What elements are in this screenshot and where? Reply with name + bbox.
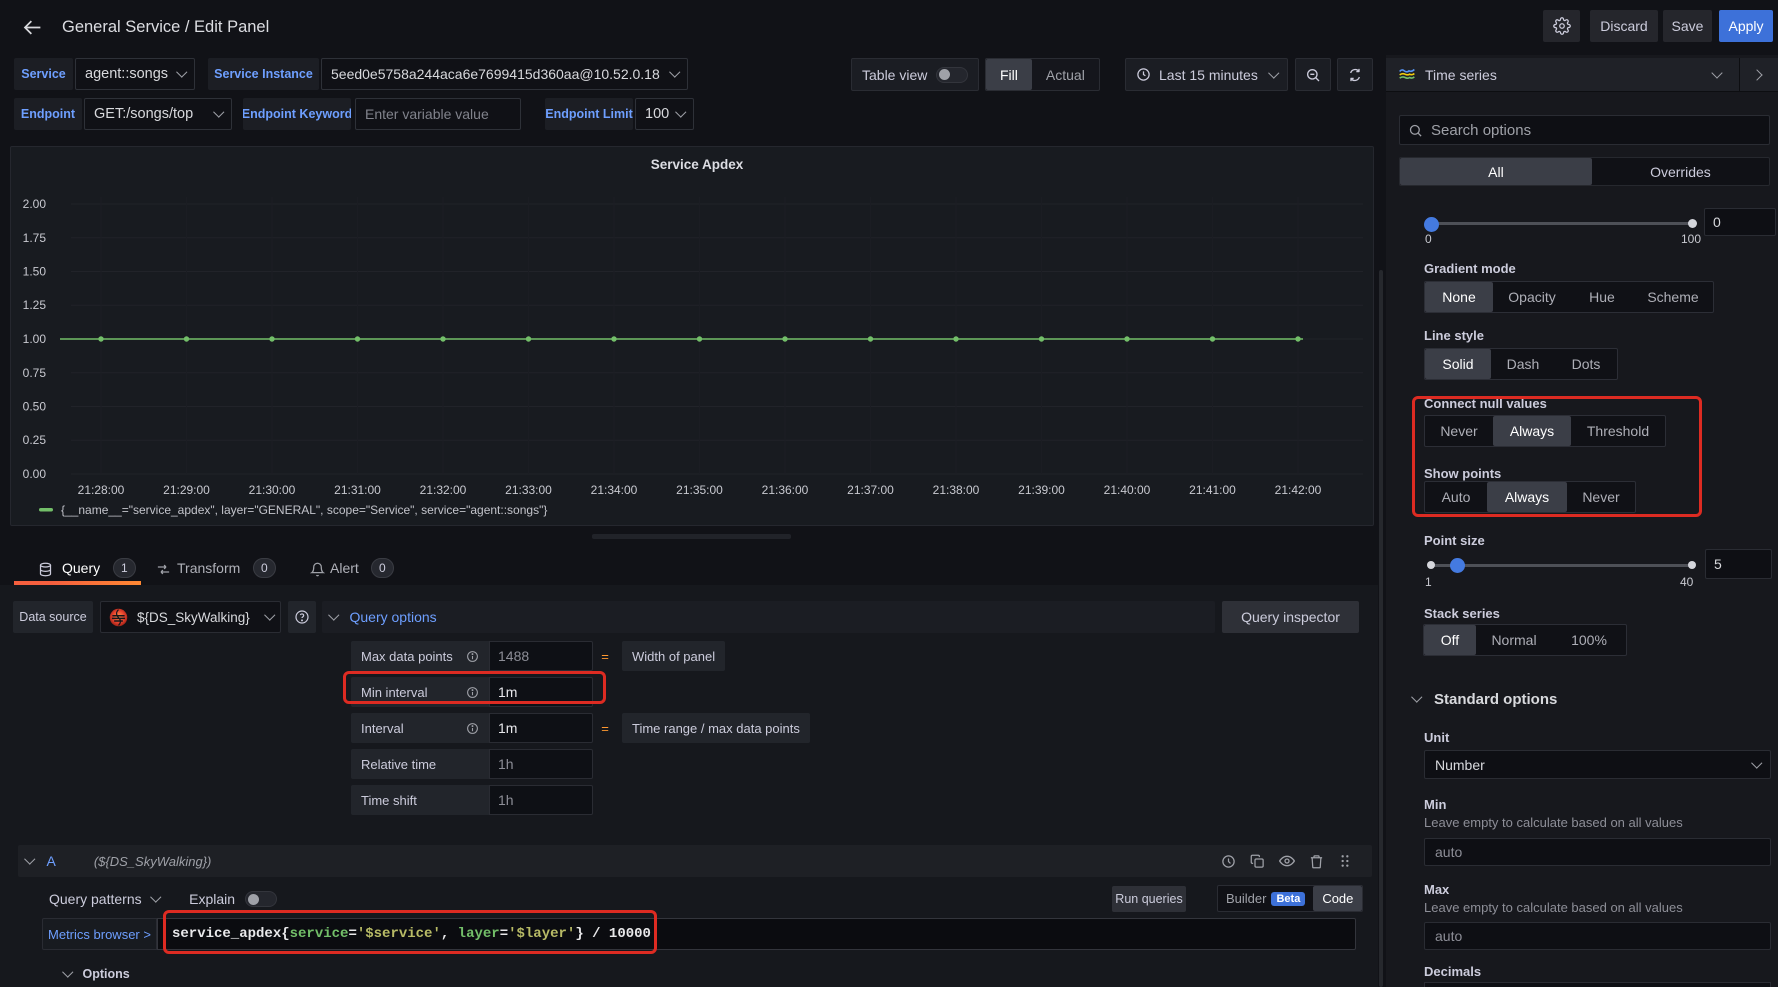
svg-text:1.00: 1.00	[23, 332, 47, 346]
svg-text:0.50: 0.50	[23, 400, 47, 414]
svg-text:21:35:00: 21:35:00	[676, 483, 723, 497]
svg-text:{__name__="service_apdex", lay: {__name__="service_apdex", layer="GENERA…	[61, 503, 547, 517]
svg-text:21:31:00: 21:31:00	[334, 483, 381, 497]
svg-text:0.00: 0.00	[23, 467, 47, 481]
svg-text:21:36:00: 21:36:00	[762, 483, 809, 497]
svg-text:21:32:00: 21:32:00	[420, 483, 467, 497]
svg-text:21:38:00: 21:38:00	[933, 483, 980, 497]
svg-text:21:41:00: 21:41:00	[1189, 483, 1236, 497]
svg-text:21:34:00: 21:34:00	[591, 483, 638, 497]
svg-text:21:39:00: 21:39:00	[1018, 483, 1065, 497]
svg-text:21:30:00: 21:30:00	[249, 483, 296, 497]
svg-text:1.75: 1.75	[23, 231, 47, 245]
svg-text:21:37:00: 21:37:00	[847, 483, 894, 497]
svg-text:0.25: 0.25	[23, 433, 47, 447]
svg-text:21:29:00: 21:29:00	[163, 483, 210, 497]
svg-text:1.50: 1.50	[23, 265, 47, 279]
svg-text:1.25: 1.25	[23, 298, 47, 312]
svg-text:Service Apdex: Service Apdex	[651, 157, 744, 172]
svg-text:21:33:00: 21:33:00	[505, 483, 552, 497]
svg-text:21:28:00: 21:28:00	[78, 483, 125, 497]
svg-text:21:40:00: 21:40:00	[1104, 483, 1151, 497]
svg-text:2.00: 2.00	[23, 197, 47, 211]
svg-text:21:42:00: 21:42:00	[1275, 483, 1322, 497]
svg-text:0.75: 0.75	[23, 366, 47, 380]
